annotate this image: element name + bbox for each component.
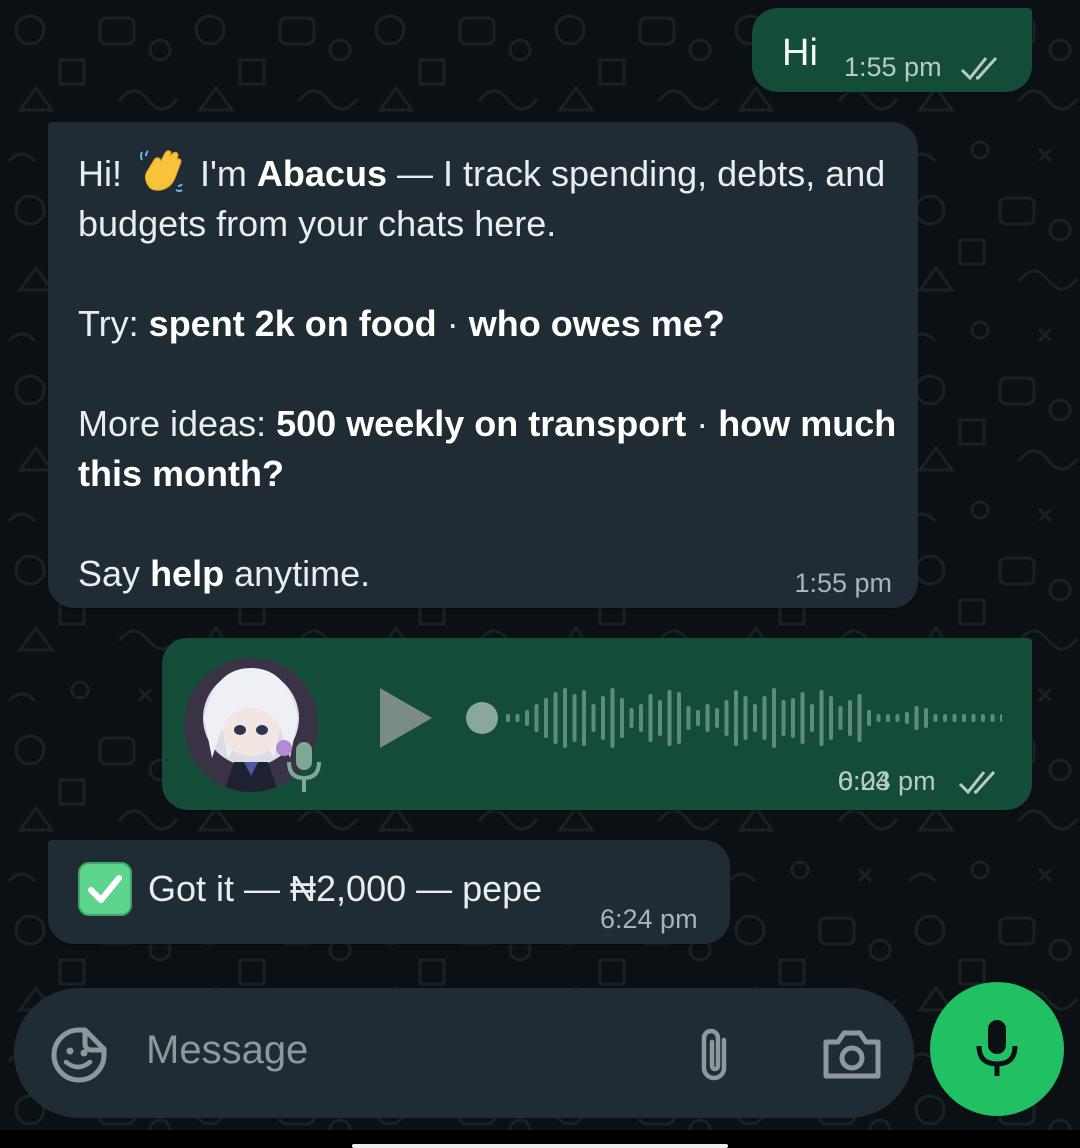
waveform-bar	[525, 710, 529, 726]
waveform-bar	[639, 704, 643, 732]
waveform-bar	[838, 706, 843, 730]
waveform-bar	[876, 714, 881, 722]
intro-paragraph: Hi! I'm Abacus — I track spending, debts…	[78, 148, 898, 249]
try-paragraph: Try: spent 2k on food · who owes me?	[78, 303, 725, 344]
waveform-bar	[895, 714, 900, 722]
waveform-bar	[867, 710, 871, 726]
message-composer[interactable]: Message	[14, 988, 914, 1118]
message-input[interactable]: Message	[146, 1028, 308, 1073]
waveform-bar	[753, 704, 757, 732]
waveform-bar	[971, 714, 976, 722]
incoming-message-confirmation[interactable]: Got it — ₦2,000 — pepe 6:24 pm	[48, 840, 730, 944]
waveform-bar	[629, 708, 634, 728]
waveform-bar	[886, 714, 890, 722]
more-ideas-paragraph: More ideas: 500 weekly on transport · ho…	[78, 403, 897, 494]
waveform-bar	[952, 714, 957, 722]
waveform-bar	[743, 696, 748, 740]
waveform-bar	[762, 696, 767, 740]
waveform-bar	[829, 696, 833, 740]
paperclip-icon[interactable]	[692, 1024, 736, 1086]
waveform-bar	[924, 708, 928, 728]
waveform-bar	[857, 694, 862, 742]
mic-icon	[287, 742, 321, 792]
waveform-bar	[848, 700, 852, 736]
outgoing-message-hi[interactable]: Hi 1:55 pm	[752, 8, 1032, 92]
waveform-bar	[810, 704, 814, 732]
waveform-bar	[772, 688, 776, 748]
waveform-bar	[705, 704, 710, 732]
waveform-bar	[658, 700, 662, 736]
example-command: 500 weekly on transport	[276, 403, 687, 444]
voice-waveform[interactable]	[462, 678, 1002, 758]
waveform-bar	[943, 714, 947, 722]
message-text: Got it — ₦2,000 — pepe	[148, 868, 543, 909]
help-paragraph: Say help anytime.	[78, 553, 371, 594]
waveform-bar	[582, 690, 586, 746]
waveform-bar	[534, 704, 539, 732]
waveform-bar	[610, 688, 615, 748]
waveform-bar	[905, 712, 909, 724]
sticker-icon[interactable]	[50, 1026, 108, 1084]
waveform-bar	[1000, 714, 1002, 722]
message-time: 1:55 pm	[844, 52, 942, 82]
double-check-icon	[960, 56, 998, 81]
check-mark-button-icon	[78, 862, 132, 916]
waveform-bar	[591, 704, 596, 732]
gesture-handle[interactable]	[352, 1144, 728, 1148]
waveform-bar	[962, 714, 966, 722]
waveform-bar	[686, 706, 691, 730]
waving-hand-icon	[140, 150, 183, 192]
waveform-bar	[800, 692, 805, 744]
message-body: Hi! I'm Abacus — I track spending, debts…	[78, 148, 898, 599]
voice-record-button[interactable]	[930, 982, 1064, 1116]
waveform-bar	[648, 694, 653, 742]
waveform-bar	[715, 708, 719, 728]
bot-name: Abacus	[256, 153, 387, 194]
incoming-message-welcome[interactable]: Hi! I'm Abacus — I track spending, debts…	[48, 122, 918, 608]
waveform-bar	[781, 700, 786, 736]
camera-icon[interactable]	[822, 1028, 882, 1080]
example-command: who owes me?	[468, 303, 725, 344]
waveform-bar	[724, 700, 729, 736]
waveform-bar	[620, 698, 624, 738]
waveform-bar	[734, 690, 738, 746]
message-time: 6:24 pm	[600, 904, 698, 934]
waveform-bar	[981, 714, 985, 722]
example-command: spent 2k on food	[148, 303, 437, 344]
outgoing-voice-message[interactable]: 0:04 6:23 pm	[162, 638, 1032, 810]
waveform-bar	[914, 706, 919, 730]
waveform-bar	[990, 714, 995, 722]
waveform-bar	[572, 694, 577, 742]
mic-icon	[976, 1020, 1018, 1076]
waveform-bar	[791, 698, 795, 738]
waveform-bar	[667, 690, 672, 746]
message-time: 6:23 pm	[838, 766, 936, 796]
waveform-bar	[601, 696, 605, 740]
waveform-bar	[819, 690, 824, 746]
message-time: 1:55 pm	[794, 568, 892, 598]
waveform-bar	[553, 692, 558, 744]
double-check-icon	[958, 770, 996, 795]
message-text: Hi	[782, 32, 818, 74]
waveform-bar	[933, 714, 938, 722]
play-icon[interactable]	[374, 684, 436, 752]
waveform-bar	[696, 710, 700, 726]
playback-knob[interactable]	[466, 702, 498, 734]
waveform-bar	[677, 692, 681, 744]
waveform-bar	[515, 714, 520, 722]
waveform-bar	[506, 714, 510, 722]
waveform-bar	[563, 688, 567, 748]
waveform-bar	[544, 698, 548, 738]
